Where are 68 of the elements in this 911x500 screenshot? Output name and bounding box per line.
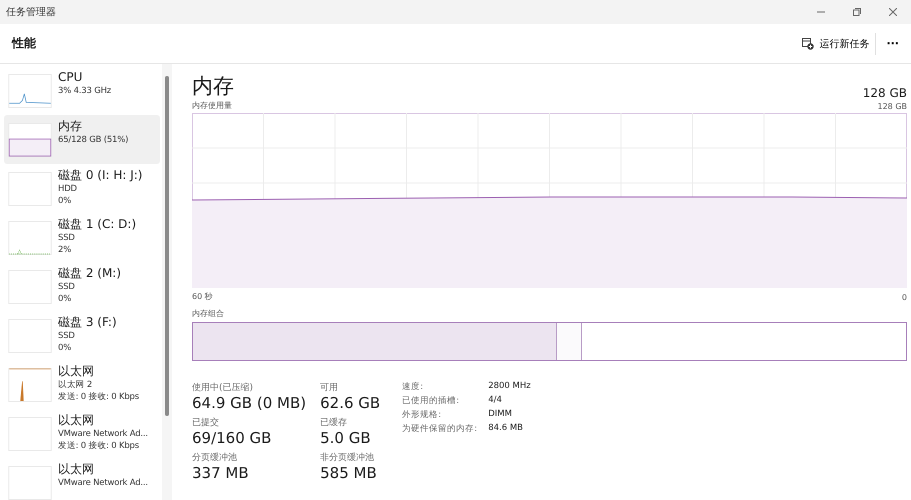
sidebar-item[interactable]: 以太网 VMware Network Ad... — [4, 458, 160, 500]
stat-label: 已提交 — [192, 416, 220, 429]
item-detail: SSD — [58, 281, 75, 293]
window-title: 任务管理器 — [6, 6, 57, 19]
graph-max-label: 128 GB — [878, 102, 907, 111]
sidebar-item[interactable]: 磁盘 2 (M:) SSD 0% — [4, 262, 160, 311]
detail-label: 速度: — [402, 381, 424, 393]
stat-value: 62.6 GB — [320, 394, 380, 412]
detail-label: 外形规格: — [402, 409, 442, 421]
item-name: 以太网 — [58, 364, 95, 379]
detail-label: 为硬件保留的内存: — [402, 423, 478, 435]
item-name: 磁盘 1 (C: D:) — [58, 217, 136, 232]
sidebar-item[interactable]: 以太网 以太网 2 发送: 0 接收: 0 Kbps — [4, 360, 160, 409]
axis-label: 60 秒 — [192, 291, 213, 302]
stat-value: 337 MB — [192, 464, 250, 482]
axis-label: 0 — [902, 293, 907, 302]
total-memory: 128 GB — [862, 86, 907, 100]
stat-label: 可用 — [320, 382, 340, 394]
sidebar-item[interactable]: 磁盘 1 (C: D:) SSD 2% — [4, 213, 160, 262]
item-detail: SSD — [58, 232, 75, 244]
stat-value: 64.9 GB (0 MB) — [192, 394, 306, 412]
composition-label: 内存组合 — [192, 308, 224, 319]
item-name: 磁盘 3 (F:) — [58, 315, 117, 330]
item-name: 以太网 — [58, 462, 95, 477]
item-detail: 0% — [58, 293, 72, 305]
stat-label: 已缓存 — [320, 416, 348, 429]
sidebar-item[interactable]: 内存 65/128 GB (51%) — [4, 115, 160, 164]
item-detail: VMware Network Ad... — [58, 477, 148, 489]
detail-value: 4/4 — [488, 395, 503, 407]
item-detail: 2% — [58, 244, 72, 256]
item-name: 磁盘 0 (I: H: J:) — [58, 168, 142, 183]
graph-label: 内存使用量 — [192, 100, 232, 111]
page-title: 性能 — [12, 35, 37, 52]
item-name: CPU — [58, 70, 84, 85]
detail-value: 84.6 MB — [488, 423, 524, 435]
stat-label: 使用中(已压缩) — [192, 382, 254, 394]
detail-value: 2800 MHz — [488, 381, 531, 393]
item-detail: 发送: 0 接收: 0 Kbps — [58, 440, 139, 452]
sidebar-item[interactable]: CPU 3% 4.33 GHz — [4, 66, 160, 115]
section-title: 内存 — [192, 73, 234, 100]
detail-value: DIMM — [488, 409, 513, 421]
close-icon — [889, 8, 897, 16]
new-task-icon — [802, 38, 814, 50]
item-detail: HDD — [58, 183, 77, 195]
restore-icon — [853, 8, 861, 16]
item-detail: 发送: 0 接收: 0 Kbps — [58, 391, 139, 403]
item-detail: SSD — [58, 330, 75, 342]
item-name: 内存 — [58, 119, 83, 134]
run-new-task-button[interactable]: 运行新任务 — [796, 32, 876, 54]
item-name: 磁盘 2 (M:) — [58, 266, 122, 281]
item-detail: 0% — [58, 342, 72, 354]
sidebar-item[interactable]: 磁盘 0 (I: H: J:) HDD 0% — [4, 164, 160, 213]
detail-label: 已使用的插槽: — [402, 395, 460, 407]
more-button[interactable]: ··· — [876, 33, 903, 54]
stat-value: 585 MB — [320, 464, 378, 482]
stat-value: 69/160 GB — [192, 429, 272, 447]
item-name: 以太网 — [58, 413, 95, 428]
stat-value: 5.0 GB — [320, 429, 372, 447]
item-detail: 0% — [58, 195, 72, 207]
sidebar-item[interactable]: 磁盘 3 (F:) SSD 0% — [4, 311, 160, 360]
item-detail: VMware Network Ad... — [58, 428, 148, 440]
item-detail: 65/128 GB (51%) — [58, 134, 128, 146]
item-detail: 3% 4.33 GHz — [58, 85, 112, 97]
item-detail: 以太网 2 — [58, 379, 92, 391]
stat-label: 分页缓冲池 — [192, 452, 238, 464]
scrollbar-thumb[interactable] — [165, 76, 169, 416]
stat-label: 非分页缓冲池 — [320, 452, 376, 464]
sidebar-item[interactable]: 以太网 VMware Network Ad... 发送: 0 接收: 0 Kbps — [4, 409, 160, 458]
